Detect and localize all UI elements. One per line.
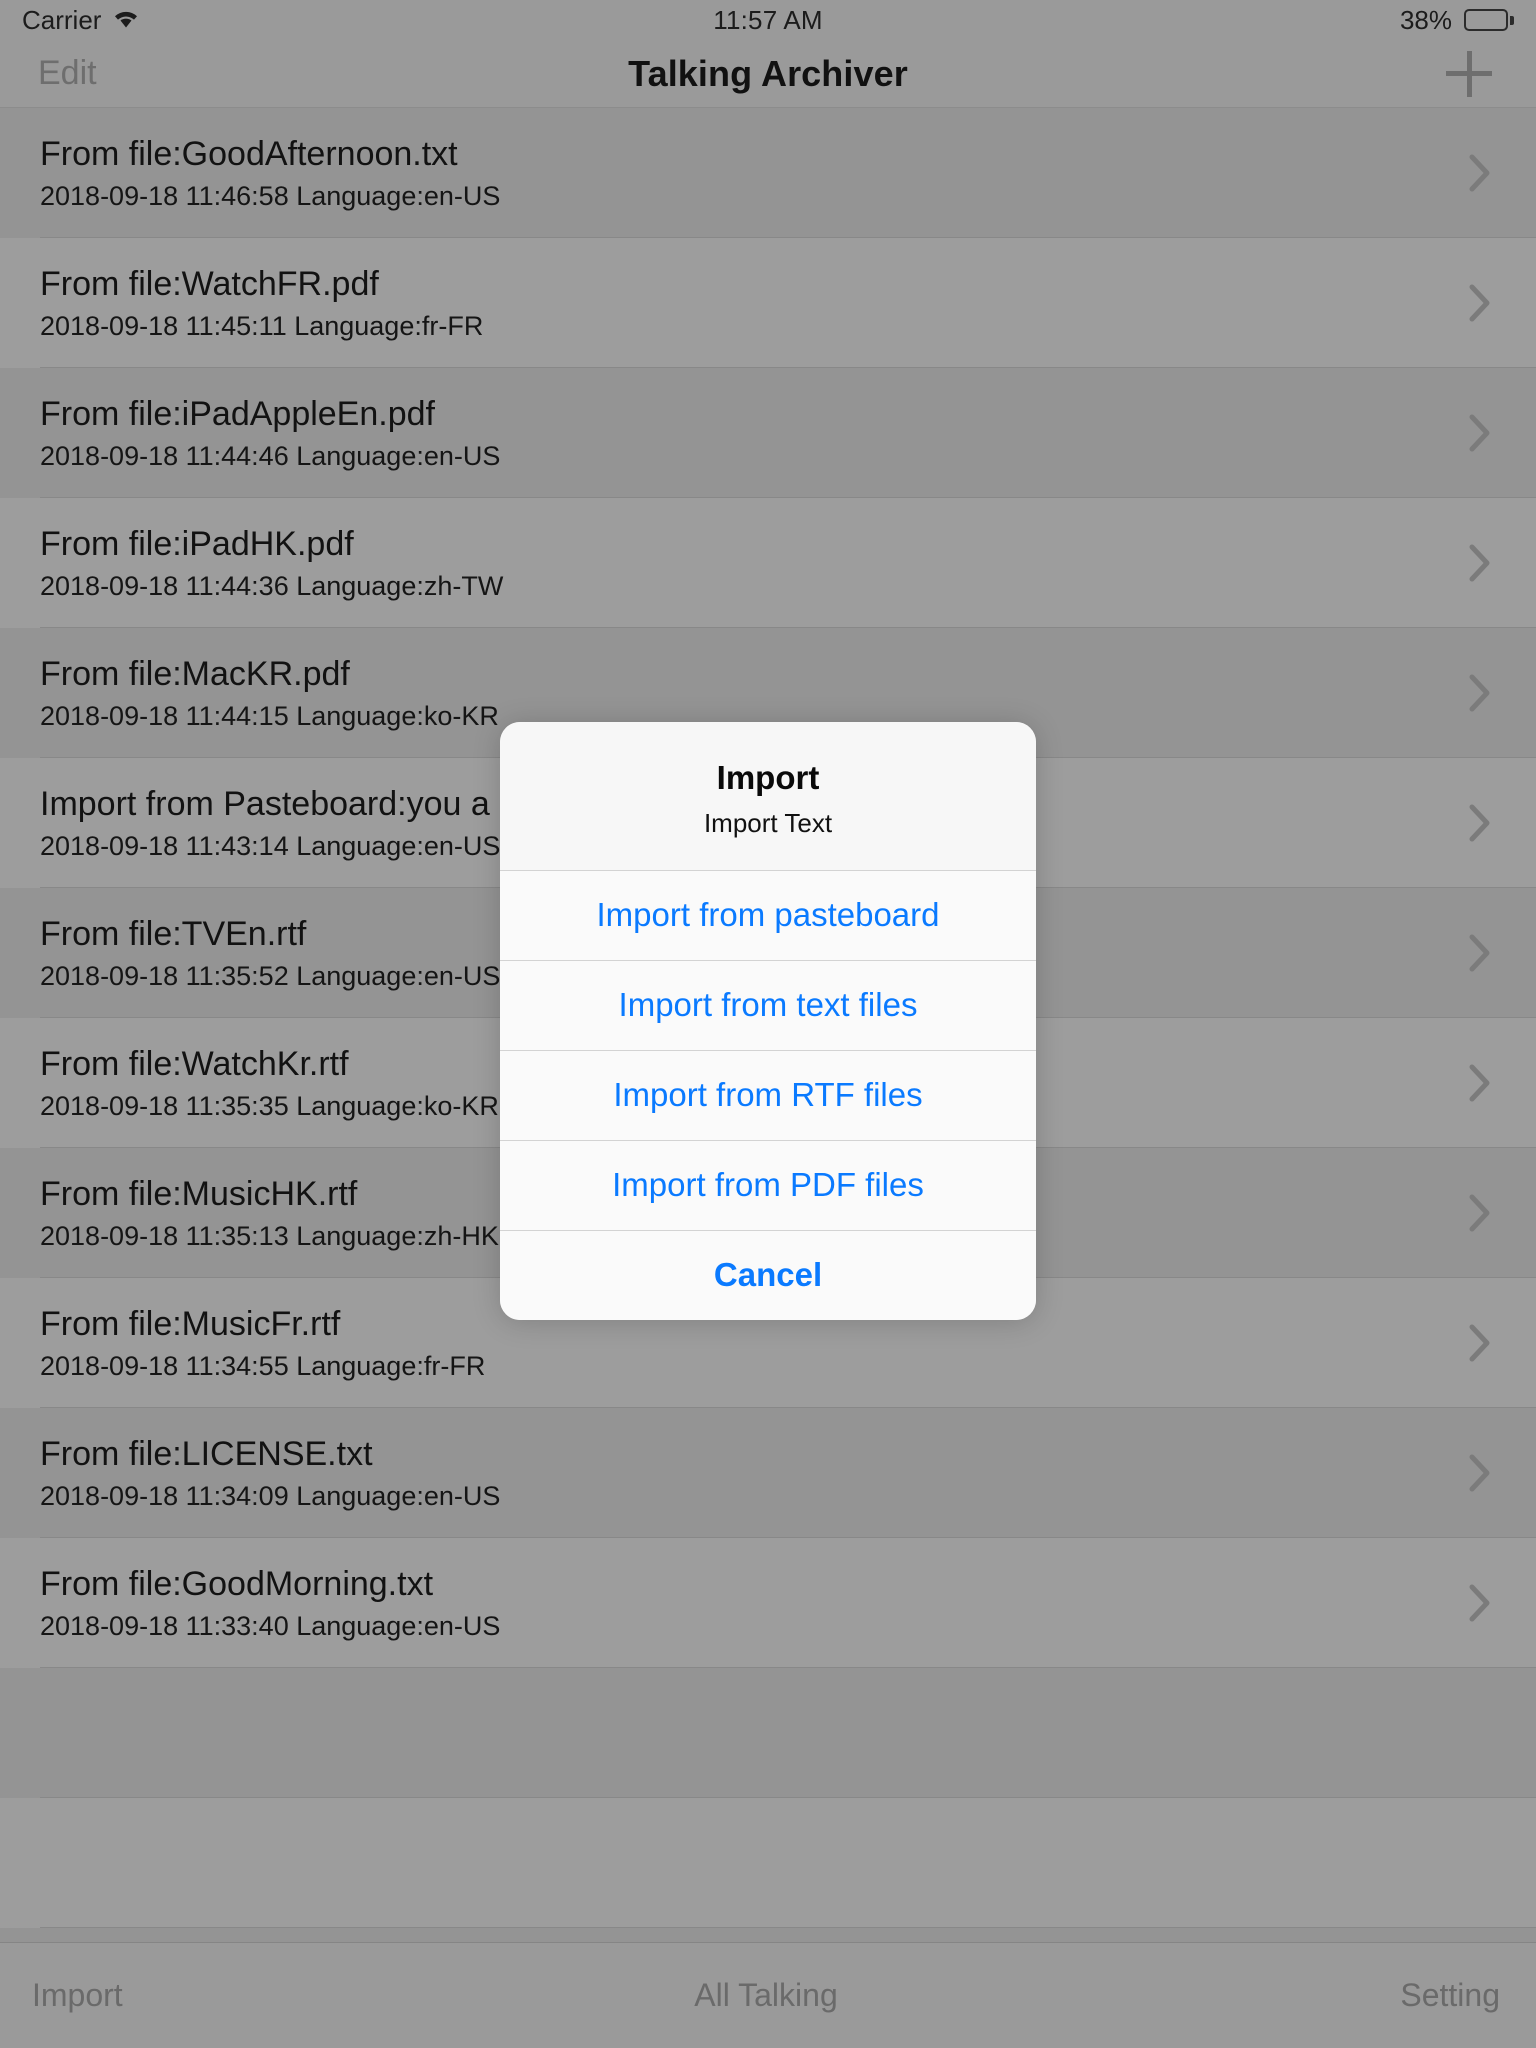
chevron-right-icon — [1460, 1194, 1500, 1232]
alert-button-group: Import from pasteboard Import from text f… — [500, 869, 1036, 1320]
status-bar: Carrier 11:57 AM 38% — [0, 0, 1536, 40]
table-row-title: From file:MacKR.pdf — [40, 655, 350, 692]
table-row-empty — [0, 1798, 1536, 1928]
chevron-right-icon — [1460, 804, 1500, 842]
chevron-right-icon — [1460, 1064, 1500, 1102]
status-bar-clock: 11:57 AM — [713, 4, 823, 35]
plus-icon — [1446, 50, 1492, 97]
toolbar-setting-button[interactable]: Setting — [1011, 1977, 1536, 2014]
table-row-subtitle: 2018-09-18 11:34:09 Language:en-US — [40, 1480, 501, 1511]
status-bar-right: 38% — [1134, 5, 1514, 36]
table-row-text: From file:MacKR.pdf 2018-09-18 11:44:15 L… — [40, 656, 1460, 731]
battery-percent-label: 38% — [1399, 4, 1452, 35]
status-bar-left: Carrier — [22, 5, 402, 36]
table-row-empty — [0, 1928, 1536, 1942]
table-row-title: From file:LICENSE.txt — [40, 1435, 373, 1472]
carrier-label: Carrier — [22, 4, 102, 35]
table-row-title: From file:GoodAfternoon.txt — [40, 135, 458, 172]
table-row-text: From file:LICENSE.txt 2018-09-18 11:34:09… — [40, 1436, 1460, 1511]
battery-icon — [1464, 9, 1514, 31]
chevron-right-icon — [1460, 414, 1500, 452]
wifi-icon — [113, 5, 139, 36]
alert-button-import-from-rtf-files[interactable]: Import from RTF files — [500, 1049, 1036, 1140]
table-row-subtitle: 2018-09-18 11:44:36 Language:zh-TW — [40, 570, 504, 601]
table-row-title: From file:iPadAppleEn.pdf — [40, 395, 435, 432]
table-row-subtitle: 2018-09-18 11:34:55 Language:fr-FR — [40, 1350, 486, 1381]
table-row-text: From file:GoodMorning.txt 2018-09-18 11:3… — [40, 1566, 1460, 1641]
table-row-title: From file:GoodMorning.txt — [40, 1565, 434, 1602]
alert-message: Import Text — [703, 808, 833, 839]
chevron-right-icon — [1460, 1454, 1500, 1492]
table-row-subtitle: 2018-09-18 11:45:11 Language:fr-FR — [40, 310, 484, 341]
table-row-text: From file:iPadHK.pdf 2018-09-18 11:44:36 … — [40, 526, 1460, 601]
table-row[interactable]: From file:iPadAppleEn.pdf 2018-09-18 11:4… — [0, 368, 1536, 498]
battery-body — [1464, 9, 1508, 31]
page-title: Talking Archiver — [628, 52, 908, 94]
chevron-right-icon — [1460, 544, 1500, 582]
alert-button-cancel[interactable]: Cancel — [500, 1229, 1036, 1320]
table-row-title: From file:iPadHK.pdf — [40, 525, 354, 562]
chevron-right-icon — [1460, 154, 1500, 192]
chevron-right-icon — [1460, 934, 1500, 972]
import-alert-dialog: Import Import Text Import from pasteboar… — [500, 722, 1036, 1320]
table-row-text: From file:GoodAfternoon.txt 2018-09-18 11… — [40, 136, 1460, 211]
alert-header: Import Import Text — [500, 722, 1036, 870]
table-row-text: From file:iPadAppleEn.pdf 2018-09-18 11:4… — [40, 396, 1460, 471]
table-row[interactable]: From file:GoodAfternoon.txt 2018-09-18 11… — [0, 108, 1536, 238]
toolbar-import-button[interactable]: Import — [0, 1977, 521, 2014]
table-row-text: From file:WatchFR.pdf 2018-09-18 11:45:11… — [40, 266, 1460, 341]
battery-cap — [1510, 15, 1514, 25]
table-row[interactable]: From file:WatchFR.pdf 2018-09-18 11:45:11… — [0, 238, 1536, 368]
table-row-subtitle: 2018-09-18 11:46:58 Language:en-US — [40, 180, 501, 211]
edit-button[interactable]: Edit — [0, 54, 300, 93]
table-row[interactable]: From file:LICENSE.txt 2018-09-18 11:34:09… — [0, 1408, 1536, 1538]
alert-button-import-from-text-files[interactable]: Import from text files — [500, 959, 1036, 1050]
table-row-subtitle: 2018-09-18 11:44:46 Language:en-US — [40, 440, 501, 471]
chevron-right-icon — [1460, 1584, 1500, 1622]
alert-button-import-from-pasteboard[interactable]: Import from pasteboard — [500, 869, 1036, 960]
table-row[interactable]: From file:iPadHK.pdf 2018-09-18 11:44:36 … — [0, 498, 1536, 628]
chevron-right-icon — [1460, 284, 1500, 322]
chevron-right-icon — [1460, 1324, 1500, 1362]
table-row[interactable]: From file:GoodMorning.txt 2018-09-18 11:3… — [0, 1538, 1536, 1668]
bottom-toolbar: Import All Talking Setting — [0, 1942, 1536, 2048]
add-button[interactable] — [1236, 50, 1536, 97]
alert-title: Import — [716, 759, 820, 796]
table-row-subtitle: 2018-09-18 11:33:40 Language:en-US — [40, 1610, 501, 1641]
table-row-empty — [0, 1668, 1536, 1798]
navigation-bar: Edit Talking Archiver — [0, 40, 1536, 108]
table-row-title: From file:WatchFR.pdf — [40, 265, 379, 302]
alert-button-import-from-pdf-files[interactable]: Import from PDF files — [500, 1139, 1036, 1230]
toolbar-all-talking-button[interactable]: All Talking — [521, 1977, 1010, 2014]
chevron-right-icon — [1460, 674, 1500, 712]
